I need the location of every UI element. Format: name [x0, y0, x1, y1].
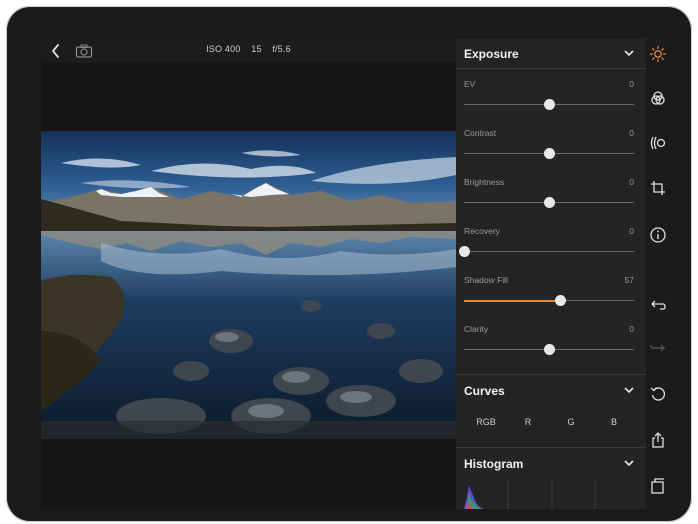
undo-icon[interactable] — [649, 297, 667, 315]
curve-channel-tabs: RGB R G B — [456, 413, 646, 435]
histogram-graph — [464, 479, 596, 509]
aperture-value: f/5.6 — [272, 44, 291, 54]
slider-label: EV — [464, 79, 476, 89]
chevron-down-icon[interactable] — [624, 49, 634, 57]
adjustments-panel: Exposure EV 0 Contrast 0 Brightness 0 Recovery… — [456, 39, 646, 509]
shutter-value: 15 — [251, 44, 262, 54]
exif-info: ISO 400 15 f/5.6 — [41, 44, 456, 54]
slider-knob[interactable] — [458, 246, 470, 257]
share-icon[interactable] — [649, 431, 667, 449]
tab-b[interactable]: B — [611, 417, 617, 427]
divider — [456, 447, 646, 448]
divider — [456, 68, 646, 69]
top-toolbar: ISO 400 15 f/5.6 — [41, 39, 456, 63]
slider-value: 0 — [629, 177, 634, 187]
slider-value: 0 — [629, 128, 634, 138]
slider-label: Brightness — [464, 177, 505, 187]
histogram-header[interactable]: Histogram — [456, 449, 646, 477]
chevron-down-icon[interactable] — [624, 386, 634, 394]
slider-ev[interactable]: EV 0 — [464, 79, 634, 119]
tab-g[interactable]: G — [567, 417, 574, 427]
slider-value: 0 — [629, 226, 634, 236]
slider-knob[interactable] — [543, 99, 555, 110]
tablet-frame: ISO 400 15 f/5.6 Exposure EV 0 Contrast … — [6, 6, 692, 522]
redo-icon[interactable] — [649, 339, 667, 357]
slider-label: Clarity — [464, 324, 489, 334]
slider-fill — [464, 299, 561, 302]
slider-knob[interactable] — [543, 344, 555, 355]
chevron-down-icon[interactable] — [624, 459, 634, 467]
crop-icon[interactable] — [649, 179, 667, 197]
info-icon[interactable] — [649, 226, 667, 244]
slider-value: 0 — [629, 79, 634, 89]
slider-clarity[interactable]: Clarity 0 — [464, 324, 634, 364]
iso-value: ISO 400 — [206, 44, 241, 54]
sun-icon[interactable] — [649, 45, 667, 63]
slider-label: Shadow Fill — [464, 275, 508, 285]
wave-icon[interactable] — [649, 134, 667, 152]
slider-label: Recovery — [464, 226, 500, 236]
app-screen: ISO 400 15 f/5.6 Exposure EV 0 Contrast … — [41, 39, 671, 509]
slider-recovery[interactable]: Recovery 0 — [458, 226, 634, 266]
slider-contrast[interactable]: Contrast 0 — [464, 128, 634, 168]
tab-r[interactable]: R — [525, 417, 532, 427]
slider-knob[interactable] — [543, 148, 555, 159]
color-icon[interactable] — [649, 89, 667, 107]
copy-icon[interactable] — [649, 477, 667, 495]
slider-knob[interactable] — [543, 197, 555, 208]
slider-value: 57 — [624, 275, 634, 285]
slider-shadow-fill[interactable]: Shadow Fill 57 — [464, 275, 634, 315]
histogram-title: Histogram — [464, 457, 524, 471]
slider-track[interactable] — [464, 251, 634, 252]
slider-brightness[interactable]: Brightness 0 — [464, 177, 634, 217]
slider-label: Contrast — [464, 128, 497, 138]
tab-rgb[interactable]: RGB — [476, 417, 496, 427]
photo-preview[interactable] — [41, 131, 456, 439]
slider-value: 0 — [629, 324, 634, 334]
exposure-title: Exposure — [464, 47, 519, 61]
curves-header[interactable]: Curves — [456, 376, 646, 404]
reset-icon[interactable] — [649, 385, 667, 403]
exposure-header[interactable]: Exposure — [456, 39, 646, 67]
slider-knob[interactable] — [555, 295, 567, 306]
tool-rail — [646, 39, 671, 509]
curves-title: Curves — [464, 384, 505, 398]
divider — [456, 374, 646, 375]
